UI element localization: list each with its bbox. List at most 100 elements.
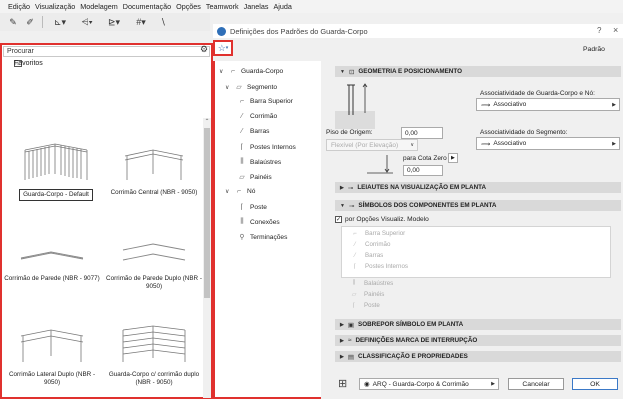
- tree-item-no[interactable]: ∨ ⌐ Nó: [225, 188, 255, 195]
- classification-icon: ▤: [347, 353, 355, 361]
- library-item-guarda-corpo-default[interactable]: Guarda-Corpo - Default: [8, 136, 104, 201]
- chevron-down-icon[interactable]: ∨: [219, 68, 225, 75]
- handrail-icon: ⁄: [354, 241, 356, 248]
- associative-icon: ⟿: [481, 101, 491, 109]
- tree-item-terminacoes[interactable]: ⚲ Terminações: [237, 233, 287, 242]
- library-item-caption: Corrimão Central (NBR - 9050): [110, 189, 198, 196]
- layer-dropdown[interactable]: ◉ ARQ - Guarda-Corpo & Corrimão ▶: [359, 378, 499, 390]
- menu-documentacao[interactable]: Documentação: [123, 2, 171, 11]
- associative-icon: ⟿: [481, 140, 491, 148]
- menu-visualizacao[interactable]: Visualização: [35, 2, 75, 11]
- library-item-corrimao-lateral-duplo[interactable]: Corrimão Lateral Duplo (NBR - 9050): [4, 322, 100, 387]
- library-item-guarda-corpo-corrimao-duplo[interactable]: Guarda-Corpo c/ corrimão duplo (NBR - 90…: [106, 322, 202, 387]
- segment-icon: ▱: [236, 84, 242, 91]
- by-model-checkbox[interactable]: ✓: [335, 216, 342, 223]
- balusters-icon: ⫼: [240, 158, 244, 165]
- railing-tool-icon: ⊞: [338, 378, 348, 390]
- assoc-node-dropdown[interactable]: ⟿ Associativo ▶: [476, 98, 620, 111]
- settings-panel: ▼ ⊡ GEOMETRIA E POSICIONAMENTO 0,00 Asso…: [325, 61, 623, 399]
- magic-wand-icon[interactable]: ✎: [6, 16, 20, 29]
- component-postes-internos: ⌈ Postes Internos: [350, 263, 408, 270]
- scroll-thumb[interactable]: [204, 128, 210, 298]
- star-icon: ☆: [217, 42, 226, 53]
- assoc-node-label: Associatividade de Guarda-Corpo e Nó:: [480, 90, 595, 97]
- library-item-caption: Guarda-Corpo c/ corrimão duplo (NBR - 90…: [108, 371, 200, 386]
- tree-item-segmento[interactable]: ∨ ▱ Segmento: [225, 83, 277, 92]
- section-overlay-header[interactable]: ▶ ▣ SOBREPOR SÍMBOLO EM PLANTA: [335, 319, 621, 330]
- favorites-star-button[interactable]: ☆ ▾: [213, 40, 233, 56]
- component-corrimao: ⁄ Corrimão: [350, 241, 390, 248]
- component-symbol-list: ⌐ Barra Superior ⁄ Corrimão ⁄ Barras ⌈ P…: [341, 226, 611, 278]
- to-zero-input[interactable]: 0,00: [403, 165, 443, 176]
- rails-icon: ⁄: [354, 252, 356, 259]
- tree-item-poste[interactable]: ⌈ Poste: [237, 203, 267, 212]
- archicad-app-icon: [217, 26, 226, 36]
- tree-item-corrimao[interactable]: ⁄ Corrimão: [237, 113, 277, 120]
- snap-points-icon[interactable]: ⊵▾: [102, 16, 126, 29]
- library-item-corrimao-parede-duplo[interactable]: Corrimão de Parede Duplo (NBR - 9050): [106, 232, 202, 291]
- menu-edicao[interactable]: Edição: [8, 2, 30, 11]
- library-scrollbar[interactable]: ⌃: [203, 118, 211, 398]
- by-model-checkbox-row[interactable]: ✓ por Opções Visualiz. Modelo: [335, 216, 429, 223]
- section-classification-header[interactable]: ▶ ▤ CLASSIFICAÇÃO E PROPRIEDADES: [335, 351, 621, 362]
- tree-item-guarda-corpo[interactable]: ∨ ⌐ Guarda-Corpo: [219, 68, 283, 75]
- guide-line-icon[interactable]: ⩤▾: [75, 16, 99, 29]
- component-barra-superior: ⌐ Barra Superior: [350, 230, 405, 237]
- menu-ajuda[interactable]: Ajuda: [273, 2, 291, 11]
- help-button[interactable]: ?: [597, 26, 601, 35]
- ok-button[interactable]: OK: [572, 378, 618, 390]
- tree-item-balaustres[interactable]: ⫼ Balaústres: [237, 158, 281, 166]
- chevron-right-icon: ▶: [340, 184, 344, 191]
- tree-item-barra-superior[interactable]: ⌐ Barra Superior: [237, 98, 293, 105]
- component-poste: ⌈ Poste: [349, 302, 380, 309]
- menu-modelagem[interactable]: Modelagem: [80, 2, 118, 11]
- line-icon[interactable]: ∖: [156, 16, 170, 29]
- chevron-right-icon: ▶: [491, 381, 495, 387]
- scroll-up-icon[interactable]: ⌃: [203, 118, 211, 126]
- component-balaustres: ⫼ Balaústres: [349, 280, 394, 287]
- endings-icon: ⚲: [239, 234, 245, 241]
- favorites-item[interactable]: ☆ Favoritos: [14, 60, 43, 67]
- menu-janelas[interactable]: Janelas: [244, 2, 269, 11]
- chevron-right-icon: ▶: [612, 140, 616, 147]
- origin-floor-dropdown[interactable]: Flexível (Por Elevação) ∨: [326, 139, 418, 151]
- chevron-down-icon[interactable]: ∨: [225, 188, 231, 195]
- section-layout-header[interactable]: ▶ ⊸ LEIAUTES NA VISUALIZAÇÃO EM PLANTA: [335, 182, 621, 193]
- menu-teamwork[interactable]: Teamwork: [206, 2, 239, 11]
- top-rail-icon: ⌐: [353, 230, 357, 237]
- tree-item-paineis[interactable]: ▱ Painéis: [237, 173, 271, 182]
- grid-icon[interactable]: #▾: [129, 16, 153, 29]
- tree-item-postes-internos[interactable]: ⌈ Postes Internos: [237, 143, 296, 152]
- library-item-corrimao-central[interactable]: Corrimão Central (NBR - 9050): [106, 136, 202, 197]
- pencil-icon[interactable]: ✐: [23, 16, 37, 29]
- toolbar-separator: [42, 16, 43, 28]
- assoc-segment-dropdown[interactable]: ⟿ Associativo ▶: [476, 137, 620, 150]
- section-symbols-header[interactable]: ▼ ⊸ SÍMBOLOS DOS COMPONENTES EM PLANTA: [335, 200, 621, 211]
- snap-tool-icon[interactable]: ⊾▾: [48, 16, 72, 29]
- layout-icon: ⊸: [347, 184, 354, 192]
- preset-label: Padrão: [583, 46, 605, 53]
- section-break-header[interactable]: ▶ ≈ DEFINIÇÕES MARCA DE INTERRUPÇÃO: [335, 335, 621, 346]
- menu-opcoes[interactable]: Opções: [176, 2, 201, 11]
- lateral-double-handrail-preview: [20, 329, 84, 362]
- panel-icon: ▱: [351, 292, 357, 298]
- origin-floor-label: Piso de Origem:: [326, 129, 373, 136]
- to-zero-label: para Cota Zero: [403, 155, 447, 162]
- railing-height-input[interactable]: 0,00: [401, 127, 443, 139]
- to-zero-toggle[interactable]: ▶: [448, 153, 458, 163]
- tree-item-conexoes[interactable]: ⫼ Conexões: [237, 218, 279, 226]
- close-button[interactable]: ×: [613, 25, 618, 35]
- settings-tree: ∨ ⌐ Guarda-Corpo ∨ ▱ Segmento ⌐ Barra Su…: [213, 61, 321, 399]
- library-item-corrimao-parede[interactable]: Corrimão de Parede (NBR - 9077): [4, 232, 100, 283]
- chevron-down-icon: ▼: [340, 68, 345, 75]
- section-geometry-header[interactable]: ▼ ⊡ GEOMETRIA E POSICIONAMENTO: [335, 66, 621, 77]
- tree-item-barras[interactable]: ⁄ Barras: [237, 128, 269, 135]
- component-barras: ⁄ Barras: [350, 252, 383, 259]
- library-search-input[interactable]: Procurar: [3, 46, 210, 57]
- dialog-title-bar: Definições dos Padrões do Guarda-Corpo ?…: [213, 24, 623, 38]
- gear-icon[interactable]: ⚙: [198, 43, 210, 55]
- chevron-down-icon[interactable]: ∨: [225, 84, 231, 91]
- dialog-title: Definições dos Padrões do Guarda-Corpo: [230, 26, 368, 36]
- cancel-button[interactable]: Cancelar: [508, 378, 564, 390]
- library-item-caption: Corrimão de Parede (NBR - 9077): [4, 275, 100, 282]
